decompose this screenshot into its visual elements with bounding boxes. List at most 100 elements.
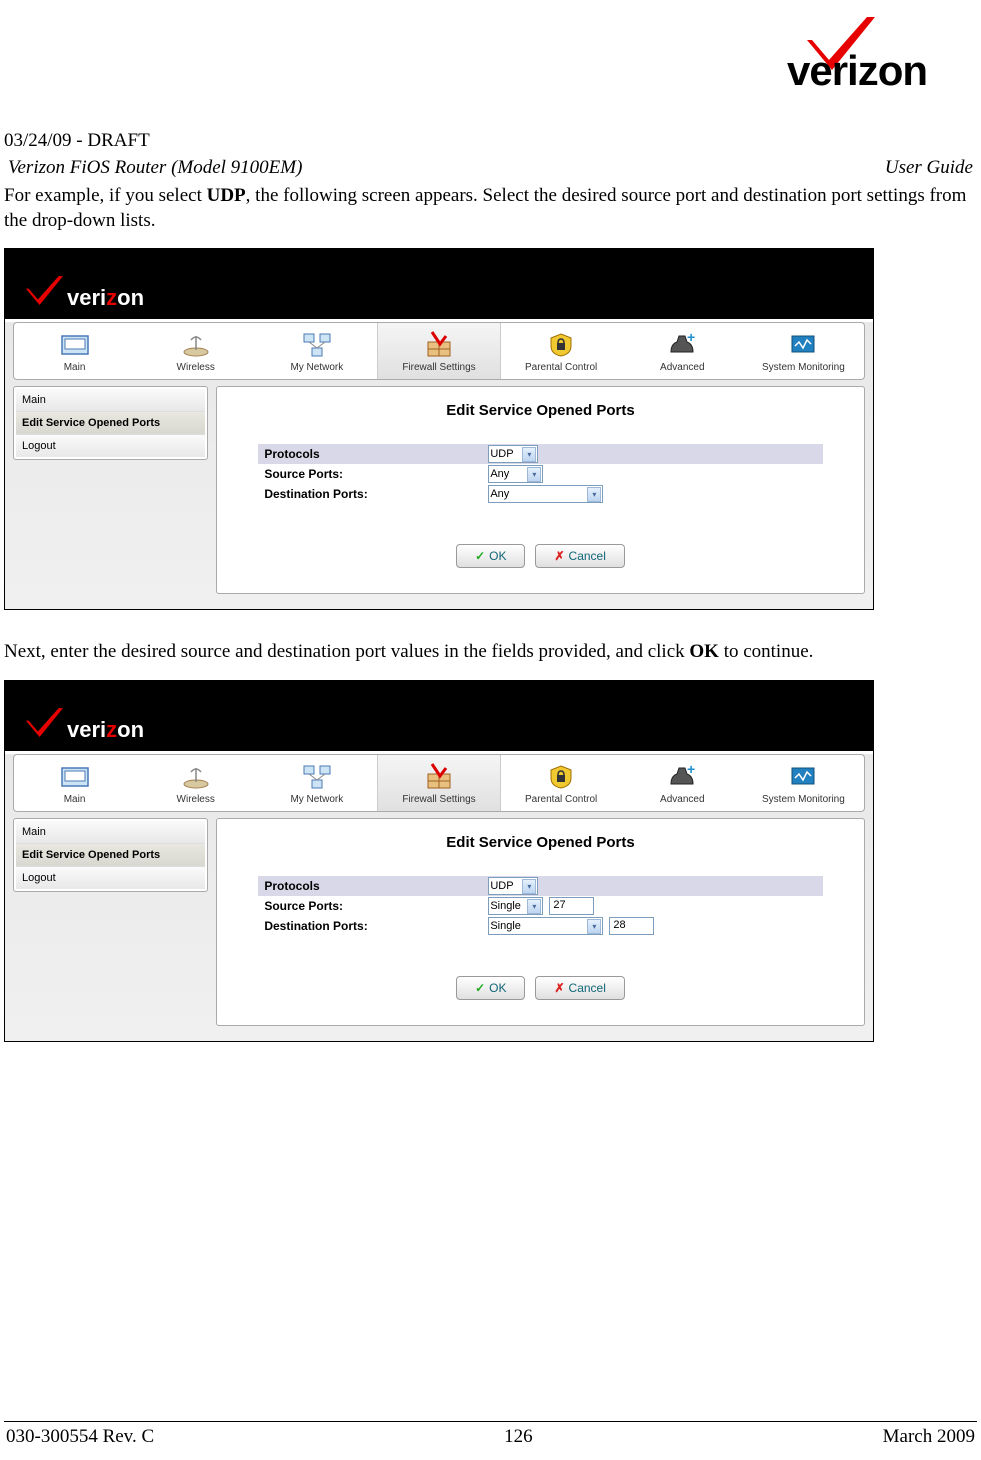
dest-value: Any bbox=[490, 488, 509, 500]
chevron-down-icon: ▾ bbox=[527, 899, 541, 914]
nav-my-network[interactable]: My Network bbox=[256, 323, 377, 379]
svg-text:+: + bbox=[687, 762, 695, 777]
src-mode-value: Single bbox=[490, 900, 521, 912]
model-title: Verizon FiOS Router (Model 9100EM) bbox=[8, 157, 302, 179]
nav-label: Firewall Settings bbox=[402, 362, 475, 373]
advanced-icon: + bbox=[664, 761, 700, 791]
nav-label: Advanced bbox=[660, 794, 704, 805]
protocol-value: UDP bbox=[490, 448, 513, 460]
source-mode-select[interactable]: Single ▾ bbox=[488, 897, 543, 915]
panel-title: Edit Service Opened Ports bbox=[227, 402, 854, 419]
p2-bold: OK bbox=[689, 641, 719, 662]
verizon-logo: verizon bbox=[787, 15, 967, 100]
nav-firewall[interactable]: Firewall Settings bbox=[377, 323, 500, 379]
monitoring-icon bbox=[785, 761, 821, 791]
ok-label: OK bbox=[489, 981, 506, 995]
nav-advanced[interactable]: + Advanced bbox=[622, 755, 743, 811]
panel-title: Edit Service Opened Ports bbox=[227, 834, 854, 851]
page-footer: 030-300554 Rev. C 126 March 2009 bbox=[4, 1421, 977, 1452]
sidebar: Main Edit Service Opened Ports Logout bbox=[13, 386, 208, 594]
router-logo-text: verizon bbox=[67, 717, 144, 743]
nav-my-network[interactable]: My Network bbox=[256, 755, 377, 811]
protocol-select[interactable]: UDP▾ bbox=[488, 877, 538, 895]
chevron-down-icon: ▾ bbox=[527, 467, 541, 482]
router-logo: verizon bbox=[25, 275, 144, 311]
parental-icon bbox=[543, 329, 579, 359]
nav-monitoring[interactable]: System Monitoring bbox=[743, 755, 864, 811]
nav-wireless[interactable]: Wireless bbox=[135, 755, 256, 811]
row-source-ports: Source Ports: Single ▾ 27 bbox=[258, 896, 822, 916]
doc-date: March 2009 bbox=[883, 1426, 975, 1448]
chevron-down-icon: ▾ bbox=[587, 487, 601, 502]
nav-parental[interactable]: Parental Control bbox=[501, 323, 622, 379]
source-ports-select[interactable]: Any▾ bbox=[488, 465, 543, 483]
dst-mode-value: Single bbox=[490, 920, 521, 932]
button-row: ✓OK ✗Cancel bbox=[227, 544, 854, 568]
nav-label: My Network bbox=[290, 362, 343, 373]
dest-port-input[interactable]: 28 bbox=[609, 917, 654, 935]
dest-ports-select[interactable]: Any ▾ bbox=[488, 485, 603, 503]
home-icon bbox=[57, 761, 93, 791]
nav-monitoring[interactable]: System Monitoring bbox=[743, 323, 864, 379]
label-protocols: Protocols bbox=[258, 445, 488, 463]
paragraph-1: For example, if you select UDP, the foll… bbox=[4, 184, 977, 233]
row-dest-ports: Destination Ports: Any▾ bbox=[258, 484, 822, 504]
nav-label: System Monitoring bbox=[762, 362, 845, 373]
nav-advanced[interactable]: +Advanced bbox=[622, 323, 743, 379]
sidebar-edit-ports[interactable]: Edit Service Opened Ports bbox=[16, 844, 205, 867]
x-icon: ✗ bbox=[554, 549, 564, 563]
nav-wireless[interactable]: Wireless bbox=[135, 323, 256, 379]
screenshot-1: verizon Main Wireless My Network Firewal… bbox=[4, 248, 874, 610]
sidebar-logout[interactable]: Logout bbox=[16, 867, 205, 889]
verizon-logo-text: verizon bbox=[787, 47, 927, 95]
wireless-icon bbox=[178, 761, 214, 791]
doc-number: 030-300554 Rev. C bbox=[6, 1426, 154, 1448]
p2-post: to continue. bbox=[719, 641, 813, 662]
page-number: 126 bbox=[504, 1426, 533, 1448]
nav-main[interactable]: Main bbox=[14, 755, 135, 811]
draft-line: 03/24/09 - DRAFT bbox=[4, 130, 977, 152]
main-nav: Main Wireless My Network Firewall Settin… bbox=[13, 754, 865, 812]
p1-pre: For example, if you select bbox=[4, 185, 207, 206]
source-port-input[interactable]: 27 bbox=[549, 897, 594, 915]
verizon-check-icon bbox=[25, 707, 65, 737]
protocol-select[interactable]: UDP▾ bbox=[488, 445, 538, 463]
chevron-down-icon: ▾ bbox=[587, 919, 601, 934]
advanced-icon: + bbox=[664, 329, 700, 359]
parental-icon bbox=[543, 761, 579, 791]
screenshot-2: verizon Main Wireless My Network Firewal… bbox=[4, 680, 874, 1042]
cancel-button[interactable]: ✗Cancel bbox=[535, 976, 624, 1000]
doc-header: Verizon FiOS Router (Model 9100EM) User … bbox=[4, 157, 977, 181]
router-header-bar: verizon bbox=[5, 681, 873, 751]
dest-mode-select[interactable]: Single ▾ bbox=[488, 917, 603, 935]
monitoring-icon bbox=[785, 329, 821, 359]
wireless-icon bbox=[178, 329, 214, 359]
sidebar-logout[interactable]: Logout bbox=[16, 435, 205, 457]
page-logo-header: verizon bbox=[4, 0, 977, 100]
paragraph-2: Next, enter the desired source and desti… bbox=[4, 640, 977, 665]
ok-button[interactable]: ✓OK bbox=[456, 544, 525, 568]
ok-button[interactable]: ✓OK bbox=[456, 976, 525, 1000]
sidebar-edit-ports[interactable]: Edit Service Opened Ports bbox=[16, 412, 205, 435]
nav-firewall[interactable]: Firewall Settings bbox=[377, 755, 500, 811]
p2-pre: Next, enter the desired source and desti… bbox=[4, 641, 689, 662]
content-panel: Edit Service Opened Ports Protocols UDP▾… bbox=[216, 386, 865, 594]
row-source-ports: Source Ports: Any▾ bbox=[258, 464, 822, 484]
cancel-button[interactable]: ✗Cancel bbox=[535, 544, 624, 568]
sidebar-main[interactable]: Main bbox=[16, 821, 205, 844]
nav-parental[interactable]: Parental Control bbox=[501, 755, 622, 811]
network-icon bbox=[299, 761, 335, 791]
p1-bold: UDP bbox=[207, 185, 246, 206]
nav-main[interactable]: Main bbox=[14, 323, 135, 379]
verizon-check-icon bbox=[25, 275, 65, 305]
row-protocols: Protocols UDP▾ bbox=[258, 444, 822, 464]
nav-label: Parental Control bbox=[525, 362, 597, 373]
router-logo: verizon bbox=[25, 707, 144, 743]
doc-type: User Guide bbox=[885, 157, 973, 179]
label-source-ports: Source Ports: bbox=[258, 897, 488, 915]
nav-label: Firewall Settings bbox=[402, 794, 475, 805]
sidebar-main[interactable]: Main bbox=[16, 389, 205, 412]
nav-label: Wireless bbox=[177, 794, 215, 805]
label-source-ports: Source Ports: bbox=[258, 465, 488, 483]
button-row: ✓OK ✗Cancel bbox=[227, 976, 854, 1000]
